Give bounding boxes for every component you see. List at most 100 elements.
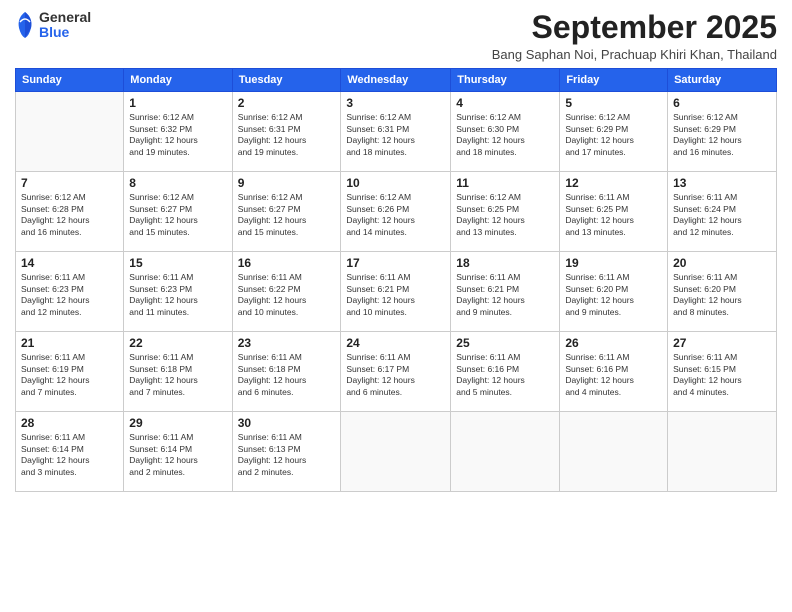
calendar-week-row-3: 14 Sunrise: 6:11 AMSunset: 6:23 PMDayligh… [16, 252, 777, 332]
day-number: 28 [21, 416, 118, 430]
col-wednesday: Wednesday [341, 69, 451, 92]
day-info: Sunrise: 6:12 AMSunset: 6:32 PMDaylight:… [129, 112, 226, 158]
calendar-cell [341, 412, 451, 492]
calendar-cell [451, 412, 560, 492]
day-number: 5 [565, 96, 662, 110]
month-title: September 2025 [492, 10, 777, 45]
day-info: Sunrise: 6:12 AMSunset: 6:25 PMDaylight:… [456, 192, 554, 238]
day-info: Sunrise: 6:11 AMSunset: 6:15 PMDaylight:… [673, 352, 771, 398]
calendar: Sunday Monday Tuesday Wednesday Thursday… [15, 68, 777, 492]
calendar-cell: 16 Sunrise: 6:11 AMSunset: 6:22 PMDayligh… [232, 252, 341, 332]
logo-general: General [39, 10, 91, 25]
day-info: Sunrise: 6:11 AMSunset: 6:14 PMDaylight:… [21, 432, 118, 478]
calendar-week-row-2: 7Sunrise: 6:12 AMSunset: 6:28 PMDaylight… [16, 172, 777, 252]
day-info: Sunrise: 6:11 AMSunset: 6:23 PMDaylight:… [21, 272, 118, 318]
calendar-cell: 22 Sunrise: 6:11 AMSunset: 6:18 PMDayligh… [124, 332, 232, 412]
day-number: 1 [129, 96, 226, 110]
day-number: 14 [21, 256, 118, 270]
day-info: Sunrise: 6:12 AMSunset: 6:29 PMDaylight:… [565, 112, 662, 158]
day-info: Sunrise: 6:12 AMSunset: 6:31 PMDaylight:… [346, 112, 445, 158]
day-info: Sunrise: 6:11 AMSunset: 6:21 PMDaylight:… [346, 272, 445, 318]
logo: General Blue [15, 10, 91, 41]
calendar-week-row-4: 21 Sunrise: 6:11 AMSunset: 6:19 PMDayligh… [16, 332, 777, 412]
day-info: Sunrise: 6:12 AMSunset: 6:30 PMDaylight:… [456, 112, 554, 158]
day-info: Sunrise: 6:12 AMSunset: 6:27 PMDaylight:… [129, 192, 226, 238]
title-block: September 2025 Bang Saphan Noi, Prachuap… [492, 10, 777, 62]
calendar-cell: 10 Sunrise: 6:12 AMSunset: 6:26 PMDayligh… [341, 172, 451, 252]
day-number: 30 [238, 416, 336, 430]
calendar-cell: 4 Sunrise: 6:12 AMSunset: 6:30 PMDaylight… [451, 92, 560, 172]
day-info: Sunrise: 6:11 AMSunset: 6:18 PMDaylight:… [238, 352, 336, 398]
day-info: Sunrise: 6:11 AMSunset: 6:19 PMDaylight:… [21, 352, 118, 398]
day-info: Sunrise: 6:11 AMSunset: 6:23 PMDaylight:… [129, 272, 226, 318]
day-info: Sunrise: 6:11 AMSunset: 6:14 PMDaylight:… [129, 432, 226, 478]
day-info: Sunrise: 6:12 AMSunset: 6:31 PMDaylight:… [238, 112, 336, 158]
day-info: Sunrise: 6:11 AMSunset: 6:17 PMDaylight:… [346, 352, 445, 398]
day-number: 17 [346, 256, 445, 270]
day-info: Sunrise: 6:12 AMSunset: 6:27 PMDaylight:… [238, 192, 336, 238]
day-info: Sunrise: 6:11 AMSunset: 6:16 PMDaylight:… [565, 352, 662, 398]
day-info: Sunrise: 6:11 AMSunset: 6:24 PMDaylight:… [673, 192, 771, 238]
calendar-cell: 18 Sunrise: 6:11 AMSunset: 6:21 PMDayligh… [451, 252, 560, 332]
day-number: 18 [456, 256, 554, 270]
day-number: 24 [346, 336, 445, 350]
calendar-cell: 28 Sunrise: 6:11 AMSunset: 6:14 PMDayligh… [16, 412, 124, 492]
calendar-cell: 3Sunrise: 6:12 AMSunset: 6:31 PMDaylight… [341, 92, 451, 172]
day-number: 20 [673, 256, 771, 270]
calendar-cell: 27 Sunrise: 6:11 AMSunset: 6:15 PMDayligh… [668, 332, 777, 412]
calendar-cell: 17 Sunrise: 6:11 AMSunset: 6:21 PMDayligh… [341, 252, 451, 332]
day-info: Sunrise: 6:11 AMSunset: 6:18 PMDaylight:… [129, 352, 226, 398]
calendar-cell: 2Sunrise: 6:12 AMSunset: 6:31 PMDaylight… [232, 92, 341, 172]
page: General Blue September 2025 Bang Saphan … [0, 0, 792, 612]
logo-blue: Blue [39, 25, 91, 40]
calendar-cell: 21 Sunrise: 6:11 AMSunset: 6:19 PMDayligh… [16, 332, 124, 412]
calendar-cell: 5 Sunrise: 6:12 AMSunset: 6:29 PMDaylight… [560, 92, 668, 172]
day-number: 13 [673, 176, 771, 190]
calendar-cell: 26Sunrise: 6:11 AMSunset: 6:16 PMDayligh… [560, 332, 668, 412]
col-sunday: Sunday [16, 69, 124, 92]
day-info: Sunrise: 6:11 AMSunset: 6:13 PMDaylight:… [238, 432, 336, 478]
col-thursday: Thursday [451, 69, 560, 92]
day-info: Sunrise: 6:11 AMSunset: 6:22 PMDaylight:… [238, 272, 336, 318]
calendar-cell: 29Sunrise: 6:11 AMSunset: 6:14 PMDayligh… [124, 412, 232, 492]
col-friday: Friday [560, 69, 668, 92]
day-number: 21 [21, 336, 118, 350]
calendar-week-row-5: 28 Sunrise: 6:11 AMSunset: 6:14 PMDayligh… [16, 412, 777, 492]
calendar-cell: 12Sunrise: 6:11 AMSunset: 6:25 PMDayligh… [560, 172, 668, 252]
calendar-week-row-1: 1 Sunrise: 6:12 AMSunset: 6:32 PMDaylight… [16, 92, 777, 172]
calendar-cell: 20 Sunrise: 6:11 AMSunset: 6:20 PMDayligh… [668, 252, 777, 332]
calendar-cell: 1 Sunrise: 6:12 AMSunset: 6:32 PMDaylight… [124, 92, 232, 172]
day-info: Sunrise: 6:12 AMSunset: 6:29 PMDaylight:… [673, 112, 771, 158]
col-tuesday: Tuesday [232, 69, 341, 92]
day-info: Sunrise: 6:11 AMSunset: 6:16 PMDaylight:… [456, 352, 554, 398]
day-number: 27 [673, 336, 771, 350]
day-number: 23 [238, 336, 336, 350]
day-number: 6 [673, 96, 771, 110]
day-number: 19 [565, 256, 662, 270]
calendar-cell [668, 412, 777, 492]
calendar-cell [16, 92, 124, 172]
day-number: 11 [456, 176, 554, 190]
calendar-cell: 9 Sunrise: 6:12 AMSunset: 6:27 PMDaylight… [232, 172, 341, 252]
logo-text: General Blue [39, 10, 91, 41]
col-saturday: Saturday [668, 69, 777, 92]
calendar-cell: 24 Sunrise: 6:11 AMSunset: 6:17 PMDayligh… [341, 332, 451, 412]
day-number: 4 [456, 96, 554, 110]
day-info: Sunrise: 6:11 AMSunset: 6:20 PMDaylight:… [565, 272, 662, 318]
calendar-cell: 15Sunrise: 6:11 AMSunset: 6:23 PMDayligh… [124, 252, 232, 332]
day-info: Sunrise: 6:11 AMSunset: 6:20 PMDaylight:… [673, 272, 771, 318]
day-info: Sunrise: 6:12 AMSunset: 6:28 PMDaylight:… [21, 192, 118, 238]
calendar-header-row: Sunday Monday Tuesday Wednesday Thursday… [16, 69, 777, 92]
calendar-cell: 8 Sunrise: 6:12 AMSunset: 6:27 PMDaylight… [124, 172, 232, 252]
day-number: 9 [238, 176, 336, 190]
calendar-cell: 25Sunrise: 6:11 AMSunset: 6:16 PMDayligh… [451, 332, 560, 412]
day-info: Sunrise: 6:11 AMSunset: 6:21 PMDaylight:… [456, 272, 554, 318]
day-info: Sunrise: 6:12 AMSunset: 6:26 PMDaylight:… [346, 192, 445, 238]
day-number: 8 [129, 176, 226, 190]
day-number: 10 [346, 176, 445, 190]
day-number: 16 [238, 256, 336, 270]
calendar-cell: 14 Sunrise: 6:11 AMSunset: 6:23 PMDayligh… [16, 252, 124, 332]
calendar-cell: 6 Sunrise: 6:12 AMSunset: 6:29 PMDaylight… [668, 92, 777, 172]
location: Bang Saphan Noi, Prachuap Khiri Khan, Th… [492, 47, 777, 62]
day-number: 22 [129, 336, 226, 350]
